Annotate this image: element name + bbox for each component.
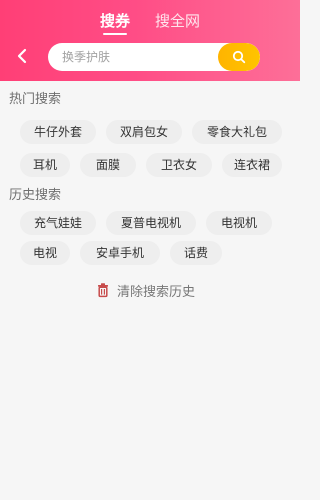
hot-search-tag[interactable]: 牛仔外套 xyxy=(20,120,96,144)
hot-search-tag[interactable]: 耳机 xyxy=(20,153,70,177)
trash-icon xyxy=(98,283,108,298)
hot-search-title: 热门搜索 xyxy=(9,92,62,107)
search-icon xyxy=(232,50,246,64)
history-search-tag[interactable]: 电视机 xyxy=(206,211,272,235)
search-box xyxy=(48,43,260,71)
chevron-left-icon xyxy=(17,48,27,64)
hot-search-tag[interactable]: 零食大礼包 xyxy=(192,120,282,144)
hot-search-tag[interactable]: 连衣裙 xyxy=(222,153,282,177)
history-search-tag[interactable]: 电视 xyxy=(20,241,70,265)
clear-history-label: 清除搜索历史 xyxy=(117,284,196,300)
clear-history-button[interactable]: 清除搜索历史 xyxy=(95,280,195,300)
hot-search-tag[interactable]: 面膜 xyxy=(80,153,136,177)
history-search-tag[interactable]: 夏普电视机 xyxy=(106,211,196,235)
history-search-tag[interactable]: 安卓手机 xyxy=(80,241,160,265)
hot-search-tag[interactable]: 卫衣女 xyxy=(146,153,212,177)
header: 搜券 搜全网 xyxy=(0,0,300,81)
history-search-tag[interactable]: 充气娃娃 xyxy=(20,211,96,235)
search-button[interactable] xyxy=(218,43,260,71)
search-input[interactable] xyxy=(48,43,228,71)
tab-network-search[interactable]: 搜全网 xyxy=(155,9,200,33)
search-page: 搜券 搜全网 热门搜索 牛仔外套 双肩包女 零食大礼包 耳机 面膜 卫衣女 连衣… xyxy=(0,0,300,500)
tab-coupon-search[interactable]: 搜券 xyxy=(100,9,130,35)
history-search-tag[interactable]: 话费 xyxy=(170,241,222,265)
search-tabs: 搜券 搜全网 xyxy=(0,9,300,35)
back-button[interactable] xyxy=(14,47,32,65)
history-search-title: 历史搜索 xyxy=(9,188,62,203)
hot-search-tag[interactable]: 双肩包女 xyxy=(106,120,182,144)
